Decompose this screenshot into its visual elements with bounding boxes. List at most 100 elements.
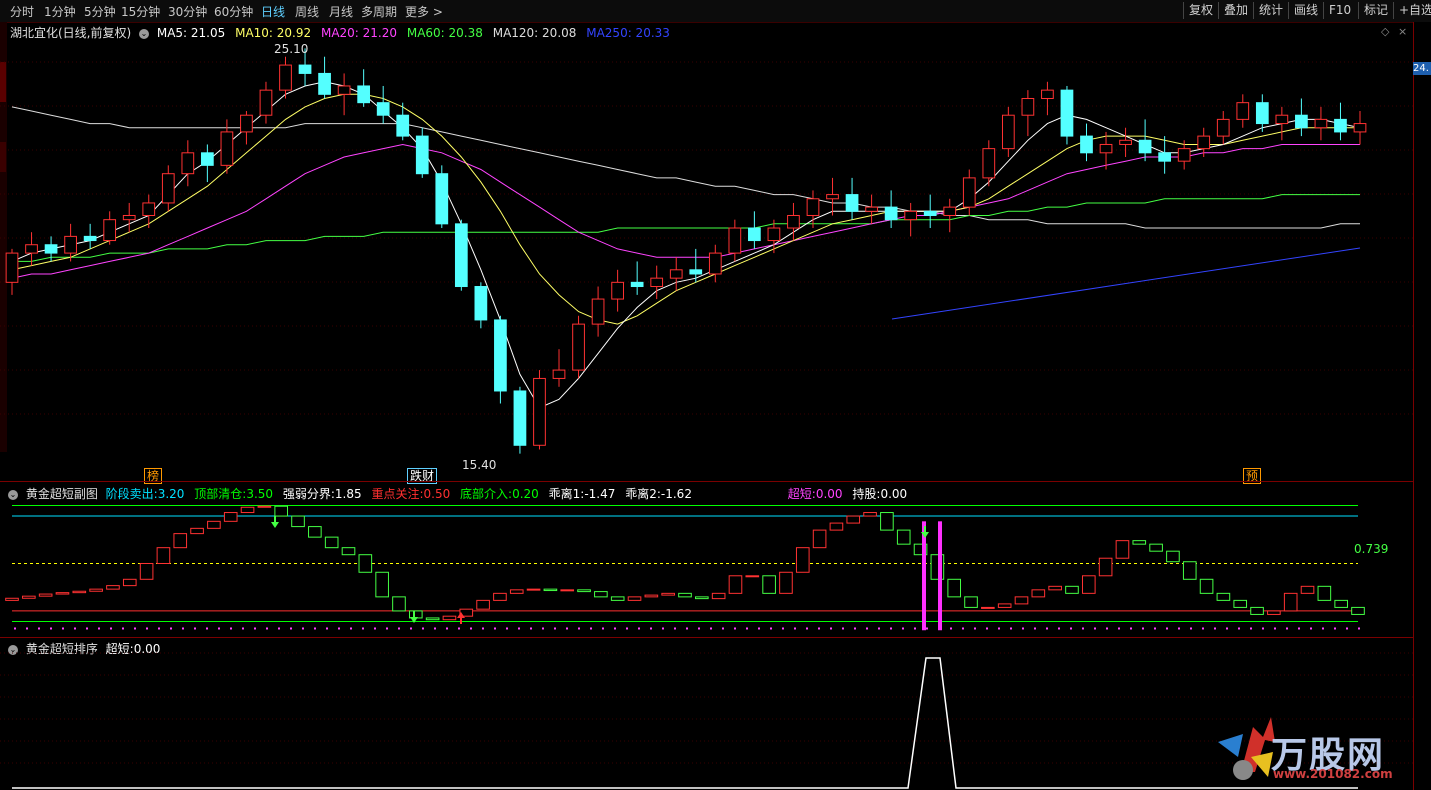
indicator-bar <box>308 526 322 538</box>
ma250-line <box>891 247 1361 320</box>
sub-chart2-canvas <box>0 652 1413 789</box>
baseline-dot <box>266 627 268 630</box>
candle <box>611 281 624 300</box>
period-daily[interactable]: 日线 <box>261 3 285 20</box>
indicator-bar <box>678 592 692 598</box>
indicator-label: 顶部清仓: <box>194 487 247 501</box>
indicator-value: 0.50 <box>423 487 451 501</box>
candle <box>494 319 507 392</box>
indicator-bar <box>1014 596 1029 605</box>
baseline-dot <box>626 627 628 630</box>
indicator-bar <box>1149 543 1163 552</box>
candle <box>767 227 781 242</box>
candle <box>748 227 761 242</box>
period-fenshi[interactable]: 分时 <box>10 3 34 20</box>
candle <box>103 219 117 242</box>
candle <box>122 214 136 221</box>
baseline-dot <box>890 627 892 630</box>
baseline-dot <box>926 627 928 630</box>
baseline-dot <box>134 627 136 630</box>
f10-button[interactable]: F10 <box>1323 2 1356 19</box>
indicator-label: 持股: <box>852 487 881 501</box>
candle <box>1334 118 1347 133</box>
baseline-dot <box>710 627 712 630</box>
sub-chart1-title: 黄金超短副图 <box>25 487 98 501</box>
stats-button[interactable]: 统计 <box>1253 2 1288 19</box>
add-watchlist-button[interactable]: +自选 <box>1393 2 1431 19</box>
indicator-bar <box>795 547 810 573</box>
baseline-dot <box>86 627 88 630</box>
baseline-dot <box>770 627 772 630</box>
candle <box>396 114 410 137</box>
baseline-dot <box>854 627 856 630</box>
candle <box>1295 114 1308 129</box>
baseline-dot <box>950 627 952 630</box>
draw-button[interactable]: 画线 <box>1288 2 1323 19</box>
indicator-bar <box>1283 592 1298 612</box>
indicator-bar <box>190 527 204 535</box>
baseline-dot <box>1298 627 1300 630</box>
baseline-dot <box>566 627 568 630</box>
period-15min[interactable]: 15分钟 <box>121 3 160 20</box>
baseline-dot <box>50 627 52 630</box>
indicator-bar <box>1166 550 1180 563</box>
right-axis <box>1413 22 1431 790</box>
candle <box>1353 123 1367 133</box>
baseline-dot <box>434 627 436 630</box>
period-multi[interactable]: 多周期 <box>361 3 397 20</box>
period-5min[interactable]: 5分钟 <box>84 3 116 20</box>
fuquan-button[interactable]: 复权 <box>1183 2 1218 19</box>
baseline-dot <box>110 627 112 630</box>
baseline-dot <box>1034 627 1036 630</box>
mark-button[interactable]: 标记 <box>1358 2 1393 19</box>
candle <box>982 148 996 179</box>
period-60min[interactable]: 60分钟 <box>214 3 253 20</box>
indicator-bar <box>1334 599 1348 608</box>
indicator-bar <box>1250 606 1264 615</box>
period-more[interactable]: 更多 > <box>405 3 443 20</box>
logo-arrow-icon <box>1218 734 1243 757</box>
baseline-dot <box>866 627 868 630</box>
baseline-dot <box>374 627 376 630</box>
candle <box>5 252 19 283</box>
ranking-line <box>12 657 1358 789</box>
indicator-bar <box>1182 561 1197 580</box>
candle <box>1080 135 1093 154</box>
sub-chart1-canvas <box>5 505 1365 631</box>
ma20-line <box>11 143 1360 279</box>
period-monthly[interactable]: 月线 <box>329 3 353 20</box>
indicator-bar <box>947 578 962 598</box>
indicator-bar <box>207 520 221 529</box>
watermark-url: www.201082.com <box>1273 767 1393 781</box>
baseline-dot <box>1094 627 1096 630</box>
indicator-bar <box>1048 585 1062 591</box>
indicator-label: 底部介入: <box>460 487 513 501</box>
indicator-bar <box>762 575 776 594</box>
baseline-dot <box>578 627 580 630</box>
indicator-bar <box>139 562 154 580</box>
chevron-down-icon[interactable]: ⌄ <box>8 489 18 500</box>
indicator-bar <box>38 593 53 597</box>
overlay-button[interactable]: 叠加 <box>1218 2 1253 19</box>
indicator-bar <box>375 571 389 598</box>
period-1min[interactable]: 1分钟 <box>44 3 76 20</box>
period-30min[interactable]: 30分钟 <box>168 3 207 20</box>
baseline-dot <box>1346 627 1348 630</box>
indicator-label: 乖离2: <box>625 487 661 501</box>
baseline-dot <box>818 627 820 630</box>
indicator-bar <box>22 595 36 599</box>
baseline-dot <box>1286 627 1288 630</box>
period-weekly[interactable]: 周线 <box>295 3 319 20</box>
candle <box>689 269 703 275</box>
sub-chart1-right-value: 0.739 <box>1354 542 1389 556</box>
indicator-bar <box>1300 585 1315 594</box>
indicator-value: 3.50 <box>246 487 274 501</box>
candle <box>630 281 644 288</box>
candle <box>1021 97 1035 116</box>
candle <box>884 206 898 221</box>
indicator-bar <box>1267 610 1281 615</box>
baseline-dot <box>1130 627 1132 630</box>
candle <box>904 210 918 221</box>
baseline-dot <box>278 627 280 630</box>
indicator-bar <box>1199 578 1214 594</box>
